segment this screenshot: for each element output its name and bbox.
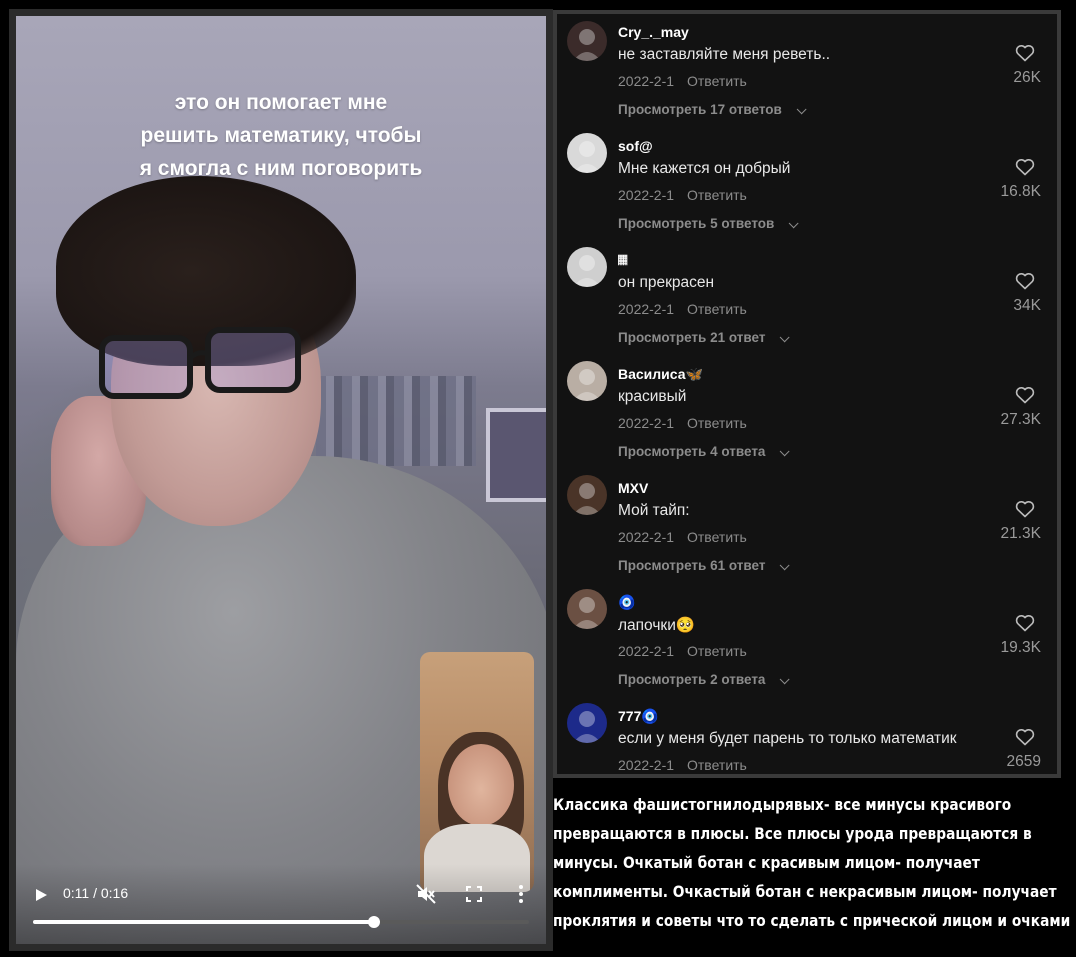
user-avatar[interactable] (567, 247, 607, 287)
view-replies-link[interactable]: Просмотреть 17 ответов (618, 102, 782, 117)
heart-icon[interactable] (1015, 44, 1035, 62)
comment-item: Cry_._may не заставляйте меня реветь.. 2… (557, 21, 1057, 138)
comment-username[interactable]: 🧿 (618, 594, 635, 611)
comment-item: MXV Мой тайп: 2022-2-1 Ответить Просмотр… (557, 475, 1057, 594)
comment-item: Василиса🦋 красивый 2022-2-1 Ответить Про… (557, 361, 1057, 480)
chevron-down-icon (779, 332, 790, 343)
caption-line: я смогла с ним поговорить (139, 157, 423, 180)
time-display: 0:11 / 0:16 (63, 885, 129, 901)
muted-speaker-icon[interactable] (416, 884, 436, 904)
heart-icon[interactable] (1015, 500, 1035, 518)
like-count: 34K (1013, 297, 1041, 314)
heart-icon[interactable] (1015, 614, 1035, 632)
chevron-down-icon (779, 560, 790, 571)
video-caption: это он помогает мне решить математику, ч… (16, 86, 546, 185)
comment-text: он прекрасен (618, 274, 715, 291)
chevron-down-icon (779, 674, 790, 685)
view-replies-link[interactable]: Просмотреть 2 ответа (618, 672, 765, 687)
comment-item: 🧿 лапочки🥺 2022-2-1 Ответить Просмотреть… (557, 589, 1057, 708)
reply-button[interactable]: Ответить (687, 643, 747, 659)
comment-text: Мой тайп: (618, 502, 690, 519)
comment-text: Мне кажется он добрый (618, 160, 791, 177)
comment-text: красивый (618, 388, 687, 405)
commentary-line: комплименты. Очкастый ботан с некрасивым… (553, 882, 1057, 901)
comment-date: 2022-2-1 (618, 757, 675, 773)
comment-date: 2022-2-1 (618, 187, 675, 203)
comment-text: лапочки🥺 (618, 617, 696, 634)
play-icon[interactable] (34, 888, 48, 902)
comment-text: если у меня будет парень то только матем… (618, 730, 957, 747)
commentary-line: Классика фашистогнилодырявых- все минусы… (553, 795, 1012, 814)
user-avatar[interactable] (567, 589, 607, 629)
view-replies-link[interactable]: Просмотреть 5 ответов (618, 216, 774, 231)
user-avatar[interactable] (567, 703, 607, 743)
view-replies-link[interactable]: Просмотреть 4 ответа (618, 444, 765, 459)
user-avatar[interactable] (567, 133, 607, 173)
like-count: 2659 (1006, 753, 1041, 770)
heart-icon[interactable] (1015, 158, 1035, 176)
comment-username[interactable]: 777🧿 (618, 708, 659, 725)
like-count: 21.3K (1000, 525, 1041, 542)
comment-date: 2022-2-1 (618, 73, 675, 89)
commentary-line: минусы. Очкатый ботан с красивым лицом- … (553, 853, 980, 872)
pip-face (448, 744, 514, 826)
wall-picture-frame (486, 408, 546, 502)
wall-posters (316, 376, 476, 466)
like-count: 27.3K (1000, 411, 1041, 428)
comment-date: 2022-2-1 (618, 415, 675, 431)
fullscreen-icon[interactable] (466, 886, 482, 902)
reply-button[interactable]: Ответить (687, 415, 747, 431)
progress-thumb[interactable] (368, 916, 380, 928)
comment-item: 777🧿 если у меня будет парень то только … (557, 703, 1057, 774)
comment-username[interactable]: Василиса🦋 (618, 366, 703, 383)
video-controls: 0:11 / 0:16 (16, 864, 546, 944)
comment-username[interactable]: sof@ (618, 138, 653, 154)
chevron-down-icon (788, 218, 799, 229)
caption-line: решить математику, чтобы (140, 124, 422, 147)
heart-icon[interactable] (1015, 272, 1035, 290)
like-count: 16.8K (1000, 183, 1041, 200)
chevron-down-icon (779, 446, 790, 457)
reply-button[interactable]: Ответить (687, 187, 747, 203)
heart-icon[interactable] (1015, 386, 1035, 404)
chevron-down-icon (796, 104, 807, 115)
comment-username[interactable]: 𝄜 (618, 252, 627, 269)
view-replies-link[interactable]: Просмотреть 21 ответ (618, 330, 765, 345)
comment-text: не заставляйте меня реветь.. (618, 46, 831, 63)
commentary-text: Классика фашистогнилодырявых- все минусы… (553, 790, 1071, 935)
reply-button[interactable]: Ответить (687, 529, 747, 545)
comments-panel[interactable]: Cry_._may не заставляйте меня реветь.. 2… (553, 10, 1061, 778)
reply-button[interactable]: Ответить (687, 301, 747, 317)
comment-date: 2022-2-1 (618, 529, 675, 545)
commentary-line: превращаются в плюсы. Все плюсы урода пр… (553, 824, 1032, 843)
like-count: 19.3K (1000, 639, 1041, 656)
view-replies-link[interactable]: Просмотреть 61 ответ (618, 558, 765, 573)
user-avatar[interactable] (567, 475, 607, 515)
caption-line: это он помогает мне (174, 91, 388, 114)
video-player[interactable]: это он помогает мне решить математику, ч… (9, 9, 553, 951)
comment-date: 2022-2-1 (618, 643, 675, 659)
comment-item: sof@ Мне кажется он добрый 2022-2-1 Отве… (557, 133, 1057, 252)
progress-fill (33, 920, 374, 924)
comment-date: 2022-2-1 (618, 301, 675, 317)
user-avatar[interactable] (567, 361, 607, 401)
reply-button[interactable]: Ответить (687, 73, 747, 89)
more-vertical-icon[interactable] (517, 884, 525, 904)
commentary-line: проклятия и советы что то сделать с прич… (553, 911, 1071, 930)
reply-button[interactable]: Ответить (687, 757, 747, 773)
comment-username[interactable]: MXV (618, 480, 648, 496)
comment-item: 𝄜 он прекрасен 2022-2-1 Ответить Просмот… (557, 247, 1057, 366)
like-count: 26K (1013, 69, 1041, 86)
glasses (99, 327, 301, 399)
picture-in-picture-video[interactable] (420, 652, 534, 892)
user-avatar[interactable] (567, 21, 607, 61)
comment-username[interactable]: Cry_._may (618, 24, 689, 40)
heart-icon[interactable] (1015, 728, 1035, 746)
progress-bar[interactable] (33, 916, 529, 928)
